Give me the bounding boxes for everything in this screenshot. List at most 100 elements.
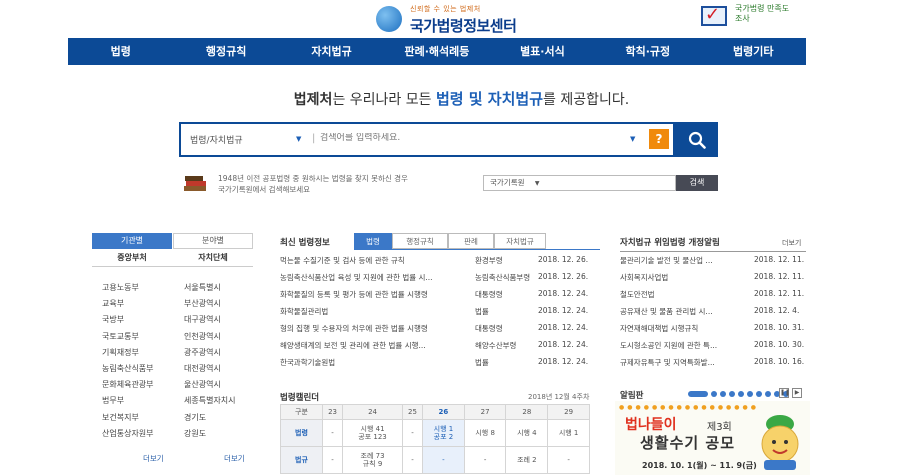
slider-indicator[interactable] (688, 391, 789, 397)
nav-item-local-laws[interactable]: 자치법규 (279, 38, 384, 65)
search-input[interactable] (320, 133, 620, 143)
table-row[interactable]: 먹는물 수질기준 및 검사 등에 관한 규칙 환경부령 2018. 12. 26. (280, 255, 590, 272)
latest-law-title[interactable]: 해양생태계의 보전 및 관리에 관한 법률 시행... (280, 340, 480, 351)
list-item[interactable]: 공유재산 및 물품 관리법 시... 2018. 12. 4. (620, 306, 810, 323)
chevron-down-icon[interactable]: ▼ (296, 135, 301, 143)
list-item[interactable]: 서울특별시 (184, 280, 236, 296)
next-button[interactable]: ▶ (792, 388, 802, 398)
latest-law-title[interactable]: 농림축산식품산업 육성 및 지원에 관한 법률 시... (280, 272, 480, 283)
nav-item-school-rules[interactable]: 학칙·규정 (595, 38, 700, 65)
tab-laws[interactable]: 법령 (354, 233, 392, 249)
calendar-cell[interactable]: 시행 8 (463, 419, 507, 447)
calendar-cell-text: 공포 123 (358, 433, 387, 441)
alert-title[interactable]: 자연재해대책법 시행규칙 (620, 323, 750, 334)
archive-select[interactable]: 국가기록원 ▼ (483, 175, 676, 191)
list-item[interactable]: 경기도 (184, 410, 236, 426)
list-item[interactable]: 교육부 (102, 296, 154, 312)
more-link-central[interactable]: 더보기 (143, 453, 164, 464)
slider-dot[interactable] (720, 391, 726, 397)
list-item[interactable]: 철도안전법 2018. 12. 11. (620, 289, 810, 306)
list-item[interactable]: 대구광역시 (184, 312, 236, 328)
alert-title[interactable]: 물관리기술 발전 및 물산업 ... (620, 255, 750, 266)
calendar-cell[interactable]: 시행 1 공포 2 (422, 419, 465, 447)
latest-law-title[interactable]: 형의 집행 및 수용자의 처우에 관한 법률 시행령 (280, 323, 480, 334)
list-item[interactable]: 문화체육관광부 (102, 377, 154, 393)
divider: | (312, 133, 316, 144)
calendar-day-header: 27 (463, 404, 507, 420)
calendar-cell[interactable]: 시행 41 공포 123 (342, 419, 403, 447)
list-item[interactable]: 국토교통부 (102, 329, 154, 345)
latest-laws-title: 최신 법령정보 (280, 238, 330, 248)
slider-active-indicator[interactable] (688, 391, 708, 397)
list-item[interactable]: 고용노동부 (102, 280, 154, 296)
list-item[interactable]: 물관리기술 발전 및 물산업 ... 2018. 12. 11. (620, 255, 810, 272)
alert-title[interactable]: 공유재산 및 물품 관리법 시... (620, 306, 750, 317)
table-row[interactable]: 농림축산식품산업 육성 및 지원에 관한 법률 시... 농림축산식품부령 2018… (280, 272, 590, 289)
nav-item-laws[interactable]: 법령 (68, 38, 173, 65)
latest-law-title[interactable]: 화학물질의 등록 및 평가 등에 관한 법률 시행령 (280, 289, 480, 300)
calendar-cell[interactable]: 시행 1 (547, 419, 590, 447)
tab-local-laws[interactable]: 자치법규 (494, 233, 546, 249)
search-scope-select[interactable]: 법령/자치법규 (190, 133, 243, 146)
alert-title[interactable]: 사회복지사업법 (620, 272, 750, 283)
tab-by-agency[interactable]: 기관별 (92, 233, 172, 249)
list-item[interactable]: 법무부 (102, 393, 154, 409)
calendar-cell[interactable]: 조례 73 규칙 9 (342, 446, 403, 474)
site-title[interactable]: 국가법령정보센터 (410, 15, 517, 36)
list-item[interactable]: 국방부 (102, 312, 154, 328)
slider-dot[interactable] (711, 391, 717, 397)
tab-admin-rules[interactable]: 행정규칙 (392, 233, 448, 249)
list-item[interactable]: 광주광역시 (184, 345, 236, 361)
table-row[interactable]: 해양생태계의 보전 및 관리에 관한 법률 시행... 해양수산부령 2018. 1… (280, 340, 590, 357)
list-item[interactable]: 농림축산식품부 (102, 361, 154, 377)
nav-item-other[interactable]: 법령기타 (701, 38, 806, 65)
archive-search-button[interactable]: 검색 (676, 175, 718, 191)
alert-date: 2018. 10. 30. (754, 340, 805, 349)
table-row[interactable]: 한국과학기술원법 법률 2018. 12. 24. (280, 357, 590, 374)
list-item[interactable]: 인천광역시 (184, 329, 236, 345)
table-row[interactable]: 형의 집행 및 수용자의 처우에 관한 법률 시행령 대통령령 2018. 12. … (280, 323, 590, 340)
list-item[interactable]: 기획재정부 (102, 345, 154, 361)
nav-item-forms[interactable]: 별표·서식 (490, 38, 595, 65)
latest-law-title[interactable]: 화학물질관리법 (280, 306, 480, 317)
list-item[interactable]: 보건복지부 (102, 410, 154, 426)
alert-title[interactable]: 도시형소공인 지원에 관한 특... (620, 340, 750, 351)
headline-part4: 를 제공합니다. (543, 92, 630, 108)
slider-dot[interactable] (765, 391, 771, 397)
table-row[interactable]: 화학물질의 등록 및 평가 등에 관한 법률 시행령 대통령령 2018. 12. … (280, 289, 590, 306)
pause-button[interactable]: ❚❚ (779, 388, 790, 398)
list-item[interactable]: 강원도 (184, 426, 236, 442)
nav-item-precedents[interactable]: 판례·해석례등 (384, 38, 489, 65)
list-item[interactable]: 자연재해대책법 시행규칙 2018. 10. 31. (620, 323, 810, 340)
list-item[interactable]: 도시형소공인 지원에 관한 특... 2018. 10. 30. (620, 340, 810, 357)
logo-icon[interactable] (376, 6, 402, 32)
tab-by-field[interactable]: 분야별 (173, 233, 253, 249)
tab-precedents[interactable]: 판례 (448, 233, 494, 249)
latest-law-title[interactable]: 한국과학기술원법 (280, 357, 480, 368)
list-item[interactable]: 울산광역시 (184, 377, 236, 393)
list-item[interactable]: 대전광역시 (184, 361, 236, 377)
more-link-local[interactable]: 더보기 (224, 453, 245, 464)
alert-date: 2018. 10. 31. (754, 323, 805, 332)
survey-banner-text: 국가법령 만족도 조사 (735, 4, 790, 23)
calendar-cell[interactable]: 조례 2 (505, 446, 549, 474)
list-item[interactable]: 사회복지사업법 2018. 12. 11. (620, 272, 810, 289)
list-item[interactable]: 부산광역시 (184, 296, 236, 312)
list-item[interactable]: 산업통상자원부 (102, 426, 154, 442)
calendar-cell[interactable]: 시행 4 (505, 419, 549, 447)
more-link-alerts[interactable]: 더보기 (782, 238, 801, 248)
slider-dot[interactable] (747, 391, 753, 397)
calendar-week: 2018년 12월 4주차 (528, 393, 590, 401)
alert-title[interactable]: 철도안전법 (620, 289, 750, 300)
latest-law-title[interactable]: 먹는물 수질기준 및 검사 등에 관한 규칙 (280, 255, 480, 266)
slider-dot[interactable] (756, 391, 762, 397)
slider-dot[interactable] (729, 391, 735, 397)
nav-item-admin-rules[interactable]: 행정규칙 (173, 38, 278, 65)
slider-dot[interactable] (738, 391, 744, 397)
list-item[interactable]: 세종특별자치시 (184, 393, 236, 409)
table-row[interactable]: 화학물질관리법 법률 2018. 12. 24. (280, 306, 590, 323)
alert-title[interactable]: 규제자유특구 및 지역특화발... (620, 357, 750, 368)
help-button[interactable]: ? (649, 129, 669, 149)
list-item[interactable]: 규제자유특구 및 지역특화발... 2018. 10. 16. (620, 357, 810, 374)
chevron-down-icon[interactable]: ▼ (630, 135, 635, 143)
